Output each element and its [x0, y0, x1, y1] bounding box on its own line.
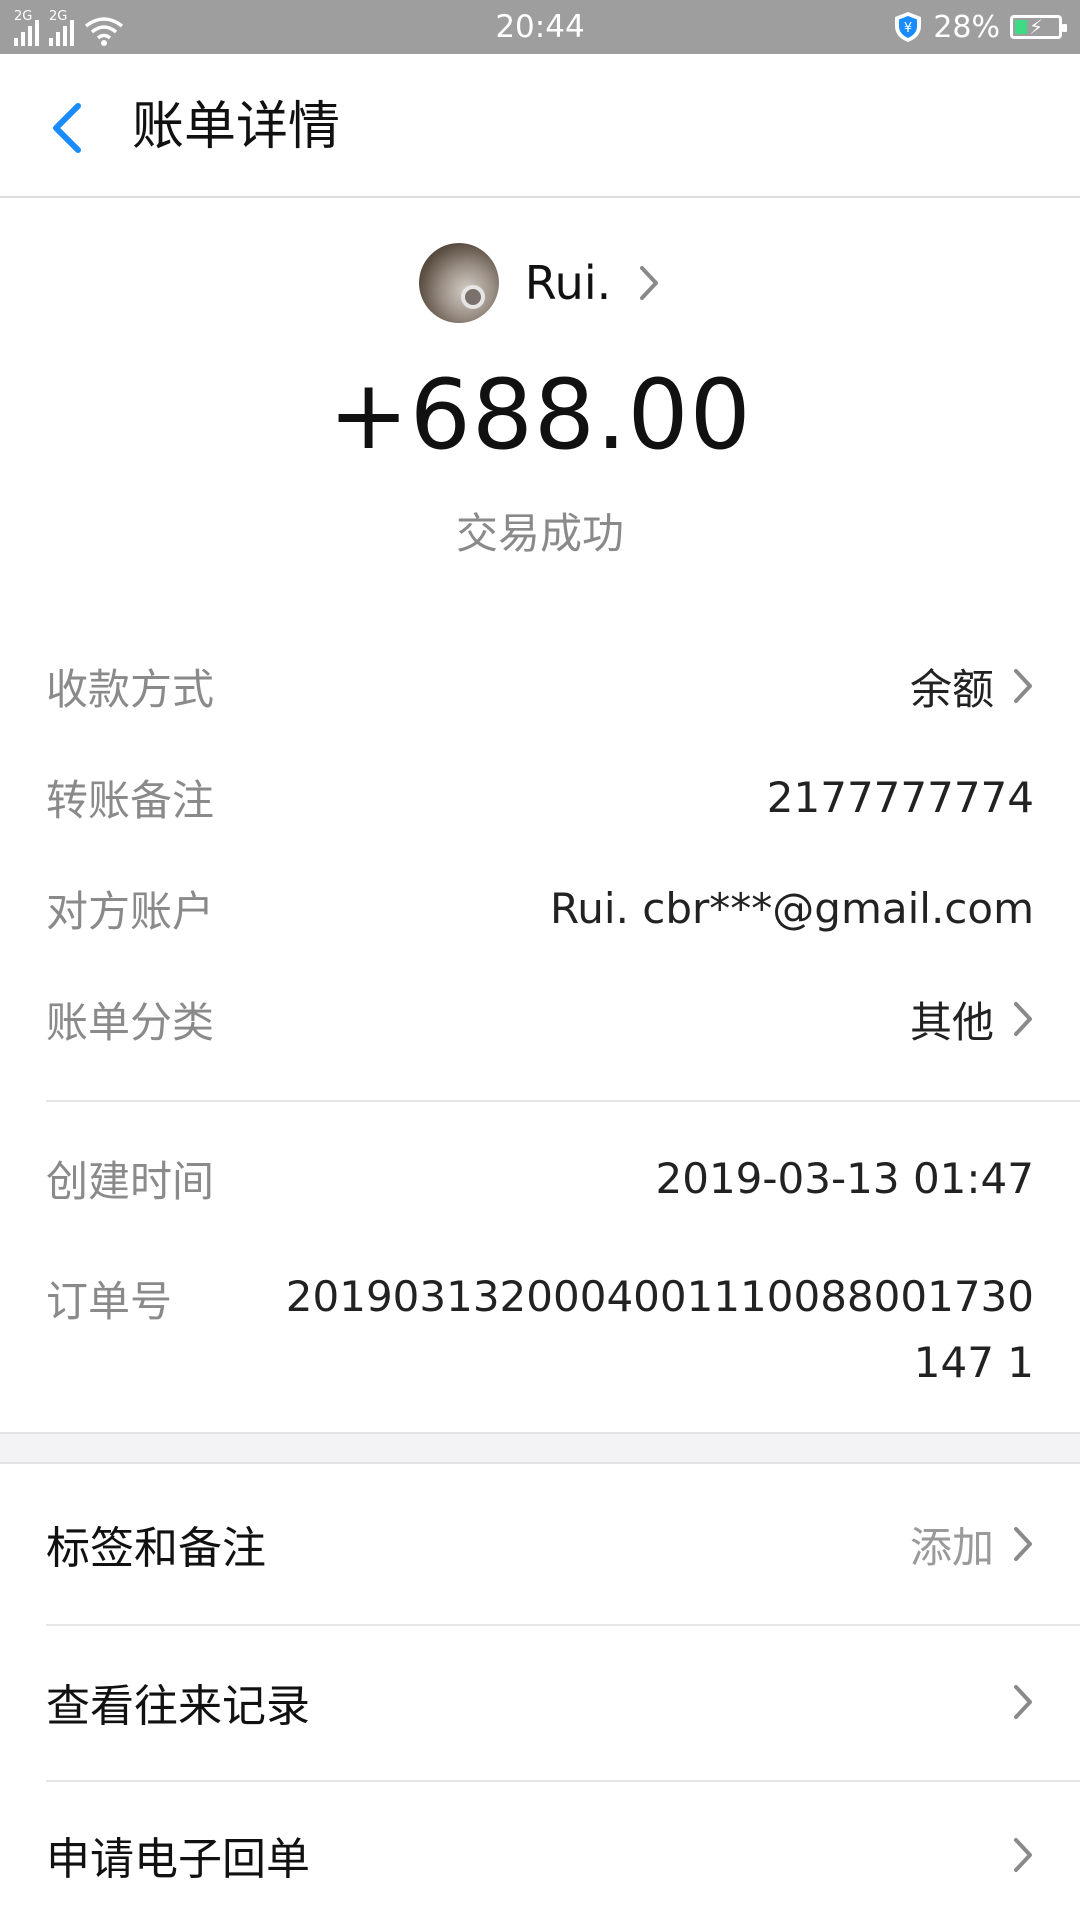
- detail-label: 对方账户: [46, 886, 215, 936]
- detail-label: 创建时间: [46, 1156, 215, 1206]
- chevron-right-icon: [640, 266, 659, 300]
- detail-row-payment-method[interactable]: 收款方式 余额: [46, 646, 1034, 726]
- view-history-row[interactable]: 查看往来记录: [46, 1624, 1034, 1780]
- add-tag-link[interactable]: 添加: [910, 1514, 994, 1575]
- divider: [46, 1100, 1080, 1102]
- detail-label: 收款方式: [46, 664, 215, 714]
- detail-value: Rui. cbr***@gmail.com: [549, 883, 1034, 933]
- detail-row-transfer-note: 转账备注 2177777774: [46, 757, 1034, 837]
- back-arrow-icon[interactable]: [44, 98, 88, 158]
- detail-value: 其他: [909, 997, 994, 1047]
- transaction-status: 交易成功: [455, 509, 624, 558]
- detail-label: 账单分类: [46, 997, 215, 1047]
- detail-row-category[interactable]: 账单分类 其他: [46, 979, 1034, 1059]
- action-label: 查看往来记录: [46, 1681, 310, 1732]
- battery-charging-icon: ⚡: [1010, 15, 1067, 39]
- tags-and-notes-row[interactable]: 标签和备注 添加: [46, 1466, 1034, 1622]
- detail-label: 订单号: [46, 1277, 173, 1326]
- battery-percent: 28%: [933, 9, 1000, 45]
- action-label: 标签和备注: [46, 1523, 266, 1574]
- detail-label: 转账备注: [46, 775, 215, 825]
- transaction-amount: +688.00: [328, 359, 752, 471]
- detail-value: 2019-03-13 01:47: [655, 1153, 1034, 1203]
- svg-text:¥: ¥: [904, 21, 912, 36]
- section-separator: [0, 1432, 1080, 1464]
- detail-row-created-time: 创建时间 2019-03-13 01:47: [46, 1138, 1034, 1218]
- shield-icon: ¥: [895, 12, 922, 42]
- page-title: 账单详情: [132, 97, 341, 157]
- counterparty-name: Rui.: [524, 256, 612, 310]
- request-e-receipt-row[interactable]: 申请电子回单: [46, 1780, 1034, 1930]
- detail-value: 2177777774: [766, 772, 1034, 822]
- chevron-right-icon: [1014, 1838, 1032, 1872]
- chevron-right-icon: [1014, 1002, 1032, 1036]
- chevron-right-icon: [1014, 1685, 1032, 1719]
- detail-row-counterparty-account: 对方账户 Rui. cbr***@gmail.com: [46, 868, 1034, 948]
- order-number-value: 2019031320004001110088001730147 1: [285, 1272, 1034, 1387]
- avatar: [418, 243, 499, 323]
- counterparty[interactable]: Rui.: [0, 238, 1080, 328]
- status-bar: 2G 2G 20:44 ¥ 28% ⚡: [0, 0, 1080, 54]
- header: 账单详情: [0, 54, 1080, 198]
- detail-value: 余额: [909, 664, 994, 714]
- chevron-right-icon: [1014, 1527, 1032, 1561]
- status-bar-right: ¥ 28% ⚡: [893, 8, 1067, 46]
- chevron-right-icon: [1014, 669, 1032, 703]
- action-label: 申请电子回单: [46, 1834, 310, 1885]
